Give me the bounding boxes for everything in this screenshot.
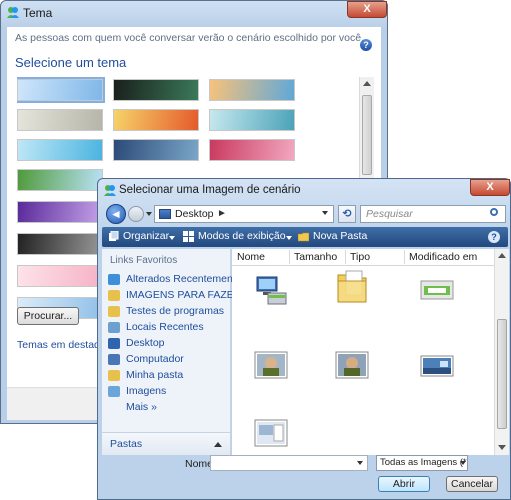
screenshot-thumbnail-icon[interactable] xyxy=(254,419,288,447)
theme-thumbnail-purple-glow[interactable] xyxy=(17,201,103,223)
pictures-icon xyxy=(108,386,120,397)
col-type[interactable]: Tipo xyxy=(350,251,370,263)
browse-button[interactable]: Procurar... xyxy=(17,307,79,325)
network-computer-icon[interactable] xyxy=(254,273,288,307)
theme-thumbnail-teal-abstract[interactable] xyxy=(209,109,295,131)
views-dropdown-icon xyxy=(286,236,292,240)
sidebar-item-label: Locais Recentes xyxy=(126,321,204,333)
address-text: Desktop xyxy=(175,208,214,220)
breadcrumb-chevron-icon[interactable]: ► xyxy=(217,208,227,219)
theme-thumbnail-sky-blue[interactable] xyxy=(17,77,105,103)
help-icon[interactable]: ? xyxy=(360,39,372,51)
navigation-pane: Links Favoritos Alterados Recentemente IM… xyxy=(102,249,242,455)
scroll-thumb[interactable] xyxy=(497,319,507,429)
minimize-button[interactable] xyxy=(323,1,345,18)
file-type-select[interactable]: Todas as Imagens (*.bmp;*.gi xyxy=(376,455,468,471)
theme-thumbnail-beach-sunset[interactable] xyxy=(209,79,295,101)
address-bar[interactable]: Desktop ► xyxy=(154,205,334,223)
search-box[interactable]: Pesquisar xyxy=(360,205,506,223)
history-dropdown-icon[interactable] xyxy=(146,212,152,216)
theme-thumbnail-dark-green[interactable] xyxy=(113,79,199,101)
folder-icon xyxy=(108,370,120,381)
search-placeholder: Pesquisar xyxy=(366,208,413,220)
views-button[interactable]: Modos de exibição xyxy=(198,230,286,242)
theme-thumbnail-pink-floral[interactable] xyxy=(209,139,295,161)
download-button-image-icon[interactable] xyxy=(420,279,454,303)
command-bar: Organizar Modos de exibição Nova Pasta ? xyxy=(102,227,508,247)
tema-titlebar[interactable]: Tema X xyxy=(1,1,387,25)
desktop-icon xyxy=(159,209,171,219)
sidebar-item-label: Imagens xyxy=(126,385,167,397)
image-thumbnail-icon[interactable] xyxy=(420,355,454,377)
cancel-button[interactable]: Cancelar xyxy=(446,476,498,492)
col-modified[interactable]: Modificado em xyxy=(409,251,477,263)
folders-toggle[interactable]: Pastas xyxy=(102,432,230,455)
organize-button[interactable]: Organizar xyxy=(123,230,169,242)
theme-thumbnail-green-meadow[interactable] xyxy=(17,169,103,191)
scroll-up-arrow-icon[interactable] xyxy=(363,81,371,86)
file-type-dropdown-icon[interactable] xyxy=(460,461,466,465)
column-divider xyxy=(404,250,405,264)
favorite-links-header: Links Favoritos xyxy=(110,255,178,266)
image-thumbnail-icon[interactable] xyxy=(254,351,288,379)
search-icon[interactable] xyxy=(490,208,498,216)
column-divider xyxy=(289,250,290,264)
column-divider xyxy=(345,250,346,264)
scroll-thumb[interactable] xyxy=(362,95,372,175)
sidebar-item-label: Computador xyxy=(126,353,184,365)
organize-icon xyxy=(109,231,119,241)
help-icon[interactable]: ? xyxy=(488,231,500,243)
sidebar-item-label: IMAGENS PARA FAZER xyxy=(126,289,242,301)
address-dropdown-icon[interactable] xyxy=(322,211,328,215)
theme-thumbnail-pink-light[interactable] xyxy=(17,265,103,287)
sidebar-item-label: Alterados Recentemente xyxy=(126,273,242,285)
sidebar-item-label: Minha pasta xyxy=(126,369,184,381)
file-type-value: Todas as Imagens (*.bmp;*.gi xyxy=(380,457,467,468)
theme-thumbnail-gray-floral[interactable] xyxy=(17,109,103,131)
folder-icon xyxy=(108,306,120,317)
forward-button[interactable] xyxy=(128,206,144,222)
recent-places-icon xyxy=(108,322,120,333)
open-button[interactable]: Abrir xyxy=(378,476,430,492)
folder-icon[interactable] xyxy=(335,269,369,305)
back-button[interactable]: ◄ xyxy=(106,204,126,224)
new-folder-icon xyxy=(298,232,309,242)
select-theme-heading: Selecione um tema xyxy=(15,55,127,70)
col-size[interactable]: Tamanho xyxy=(294,251,337,263)
select-image-dialog: Selecionar uma Imagem de cenário X ◄ Des… xyxy=(97,178,511,500)
sidebar-item-label: Testes de programas xyxy=(126,305,225,317)
chevron-up-icon[interactable] xyxy=(214,442,222,447)
dialog-close-button[interactable]: X xyxy=(470,179,510,196)
tema-title: Tema xyxy=(23,6,53,20)
more-links-label: Mais » xyxy=(126,401,157,413)
file-name-input[interactable] xyxy=(210,455,368,471)
organize-dropdown-icon xyxy=(169,236,175,240)
scroll-up-arrow-icon[interactable] xyxy=(498,253,506,258)
tema-close-button[interactable]: X xyxy=(347,1,387,18)
views-icon xyxy=(183,231,194,242)
scroll-down-arrow-icon[interactable] xyxy=(498,445,506,450)
theme-thumbnail-bw-photo[interactable] xyxy=(17,233,103,255)
theme-thumbnail-blue-ocean[interactable] xyxy=(113,139,199,161)
column-header: Nome Tamanho Tipo Modificado em xyxy=(232,249,494,266)
file-name-dropdown-icon[interactable] xyxy=(357,461,363,465)
new-folder-button[interactable]: Nova Pasta xyxy=(313,230,367,242)
folders-label: Pastas xyxy=(110,438,143,450)
desktop-icon xyxy=(108,338,120,349)
computer-icon xyxy=(108,354,120,365)
file-list-scrollbar[interactable] xyxy=(494,249,509,455)
theme-thumbnail-circles-colorful[interactable] xyxy=(113,109,199,131)
col-name[interactable]: Nome xyxy=(237,251,265,263)
tema-description: As pessoas com quem você conversar verão… xyxy=(15,32,365,44)
messenger-icon xyxy=(104,185,116,196)
recent-icon xyxy=(108,274,120,285)
image-thumbnail-icon[interactable] xyxy=(335,351,369,379)
messenger-icon xyxy=(7,7,19,18)
theme-thumbnail-cyan-bubbles[interactable] xyxy=(17,139,103,161)
refresh-button[interactable]: ⟲ xyxy=(338,205,356,223)
dialog-title: Selecionar uma Imagem de cenário xyxy=(119,184,301,196)
folder-icon xyxy=(108,290,120,301)
file-list: Nome Tamanho Tipo Modificado em xyxy=(232,249,509,455)
sidebar-item-label: Desktop xyxy=(126,337,165,349)
